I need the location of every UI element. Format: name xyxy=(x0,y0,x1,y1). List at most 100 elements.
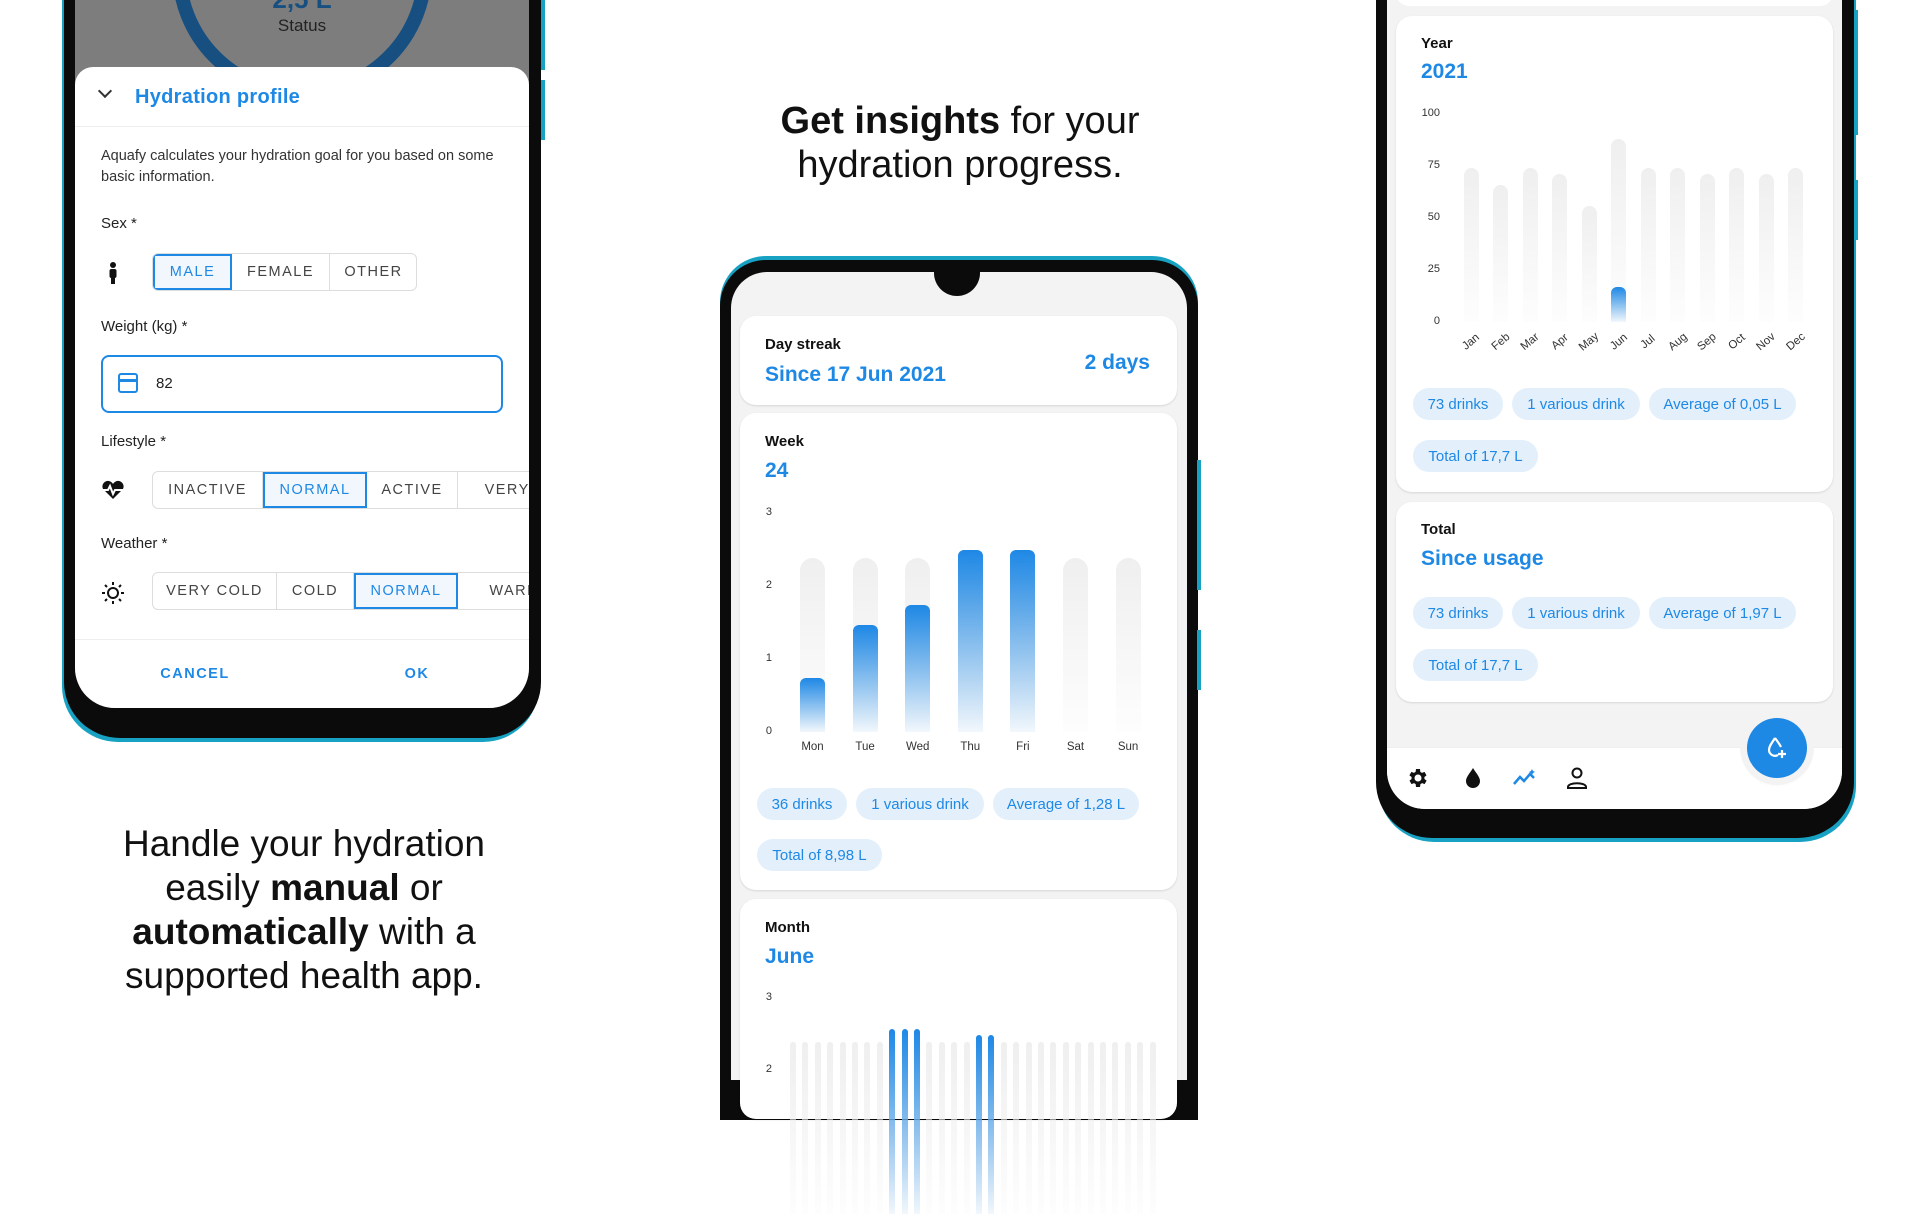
background-bar xyxy=(1788,168,1803,322)
total-chip: 73 drinks xyxy=(1413,597,1503,629)
background-bar xyxy=(814,1041,821,1214)
background-bar xyxy=(938,1041,945,1214)
weather-option-cold[interactable]: COLD xyxy=(277,573,354,609)
caption-bold: automatically xyxy=(132,911,369,952)
background-bar xyxy=(963,1041,970,1214)
drop-icon[interactable] xyxy=(1464,766,1482,790)
ok-button[interactable]: OK xyxy=(387,666,447,682)
month-label: Month xyxy=(765,919,810,936)
background-bar xyxy=(926,1041,933,1214)
x-tick-label: Thu xyxy=(960,741,981,753)
sex-option-female[interactable]: FEMALE xyxy=(232,254,330,290)
person-icon[interactable] xyxy=(1566,766,1588,790)
value-bar xyxy=(852,624,878,732)
week-chip: 36 drinks xyxy=(757,788,847,820)
week-chip: 1 various drink xyxy=(856,788,984,820)
streak-label: Day streak xyxy=(765,336,841,353)
total-chip: Average of 1,97 L xyxy=(1649,597,1796,629)
lifestyle-option-normal[interactable]: NORMAL xyxy=(263,472,367,508)
streak-since: Since 17 Jun 2021 xyxy=(765,363,946,386)
value-bar xyxy=(905,604,931,732)
trend-icon[interactable] xyxy=(1512,766,1538,790)
background-bar xyxy=(1075,1041,1082,1214)
background-bar xyxy=(1729,168,1744,322)
lifestyle-option-inactive[interactable]: INACTIVE xyxy=(153,472,263,508)
side-button xyxy=(1197,460,1201,590)
year-label: Year xyxy=(1421,35,1453,52)
add-drink-fab[interactable] xyxy=(1747,718,1807,778)
background-bar xyxy=(1463,168,1479,322)
value-bar xyxy=(976,1034,982,1214)
cancel-button[interactable]: CANCEL xyxy=(145,666,245,682)
caption-text: easily xyxy=(165,867,271,908)
value-bar xyxy=(988,1034,995,1214)
divider xyxy=(75,639,529,640)
y-tick-label: 50 xyxy=(1427,211,1440,223)
caption-bold: Get insights xyxy=(780,100,1001,142)
caption-line: hydration progress. xyxy=(797,144,1123,186)
weather-clip: VERY COLDCOLDNORMALWARM xyxy=(152,572,529,610)
background-bar xyxy=(802,1041,809,1214)
year-chip: 1 various drink xyxy=(1512,388,1640,420)
scale-icon xyxy=(118,373,138,393)
camera-notch xyxy=(934,272,980,296)
week-chip: Total of 8,98 L xyxy=(757,839,882,871)
year-chip: 73 drinks xyxy=(1413,388,1503,420)
total-chip: 1 various drink xyxy=(1512,597,1640,629)
y-tick-label: 100 xyxy=(1421,107,1440,119)
weather-option-warm[interactable]: WARM xyxy=(458,573,529,609)
year-value: 2021 xyxy=(1421,60,1468,83)
x-tick-label: Sat xyxy=(1066,741,1085,753)
y-tick-label: 75 xyxy=(1427,159,1440,171)
weather-option-normal[interactable]: NORMAL xyxy=(354,573,458,609)
side-button xyxy=(541,80,545,140)
sex-option-male[interactable]: MALE xyxy=(153,254,232,290)
background-bar xyxy=(1112,1041,1119,1214)
lifestyle-option-very-a[interactable]: VERY A xyxy=(458,472,529,508)
caption-text: for your xyxy=(1000,100,1140,142)
y-tick-label: 2 xyxy=(765,1063,772,1075)
caption-text: with a xyxy=(368,911,476,952)
side-button xyxy=(1197,630,1201,690)
background-bar xyxy=(1087,1041,1094,1214)
background-bar xyxy=(1699,174,1715,322)
sex-label: Sex * xyxy=(101,215,137,232)
background-bar xyxy=(1149,1041,1156,1214)
y-tick-label: 2 xyxy=(765,579,772,591)
center-caption: Get insights for your hydration progress… xyxy=(700,99,1220,187)
background-bar xyxy=(1013,1041,1020,1214)
status-value: 2,5 L xyxy=(75,0,529,15)
y-tick-label: 0 xyxy=(765,725,772,737)
weight-input[interactable]: 82 xyxy=(101,355,503,413)
background-bar xyxy=(876,1041,883,1214)
lifestyle-label: Lifestyle * xyxy=(101,433,167,450)
background-bar xyxy=(1038,1041,1044,1214)
x-tick-label: Wed xyxy=(905,741,930,753)
chevron-down-icon[interactable] xyxy=(97,83,113,99)
weather-option-very-cold[interactable]: VERY COLD xyxy=(153,573,277,609)
background-bar xyxy=(1063,558,1088,732)
y-tick-label: 25 xyxy=(1427,263,1440,275)
left-caption: Handle your hydration easily manual or a… xyxy=(54,822,554,998)
sex-option-other[interactable]: OTHER xyxy=(330,254,416,290)
caption-bold: manual xyxy=(270,867,400,908)
background-bar xyxy=(827,1041,834,1214)
gear-icon[interactable] xyxy=(1405,766,1429,790)
background-bar xyxy=(1000,1041,1007,1214)
side-button xyxy=(1854,180,1858,240)
y-tick-label: 1 xyxy=(765,652,772,664)
value-bar xyxy=(901,1028,908,1214)
background-bar xyxy=(1100,1041,1106,1214)
sun-icon xyxy=(102,582,124,604)
lifestyle-selector: INACTIVENORMALACTIVEVERY A xyxy=(152,471,529,509)
person-icon xyxy=(108,262,118,284)
x-tick-label: Tue xyxy=(855,741,875,753)
background-bar xyxy=(1062,1041,1069,1214)
total-label: Total xyxy=(1421,521,1456,538)
caption-line: supported health app. xyxy=(125,955,483,996)
streak-days: 2 days xyxy=(1084,351,1150,374)
background-bar xyxy=(1115,558,1141,732)
lifestyle-option-active[interactable]: ACTIVE xyxy=(367,472,458,508)
week-value: 24 xyxy=(765,459,789,482)
sex-selector: MALE FEMALE OTHER xyxy=(152,253,417,291)
